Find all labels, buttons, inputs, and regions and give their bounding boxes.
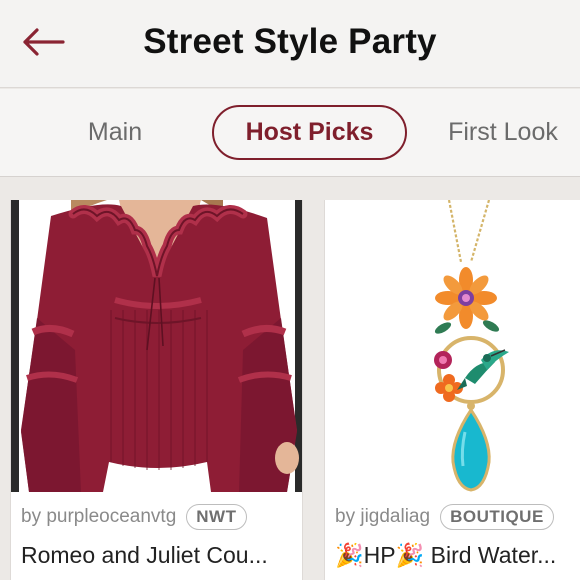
listing-title[interactable]: 🎉HP🎉 Bird Water... [335,542,580,578]
condition-badge: NWT [186,504,247,530]
listing-grid: by purpleoceanvtg NWT Romeo and Juliet C… [0,178,580,580]
listing-meta: by jigdaliag BOUTIQUE [325,492,580,542]
listing-meta: by purpleoceanvtg NWT [11,492,302,542]
app-header: Street Style Party [0,0,580,88]
tab-main[interactable]: Main [72,105,158,160]
listing-photo[interactable] [11,200,302,492]
listing-card[interactable]: by jigdaliag BOUTIQUE 🎉HP🎉 Bird Water... [324,200,580,580]
page-title: Street Style Party [143,22,437,61]
seller-name[interactable]: by jigdaliag [335,506,430,528]
tab-bar: Main Host Picks First Look [0,89,580,177]
listing-title[interactable]: Romeo and Juliet Cou... [21,542,302,578]
listing-card[interactable]: by purpleoceanvtg NWT Romeo and Juliet C… [10,200,303,580]
tab-host-picks[interactable]: Host Picks [212,105,407,160]
tab-first-look[interactable]: First Look [436,105,570,160]
listing-photo[interactable] [325,200,580,492]
condition-badge: BOUTIQUE [440,504,554,530]
seller-name[interactable]: by purpleoceanvtg [21,506,176,528]
